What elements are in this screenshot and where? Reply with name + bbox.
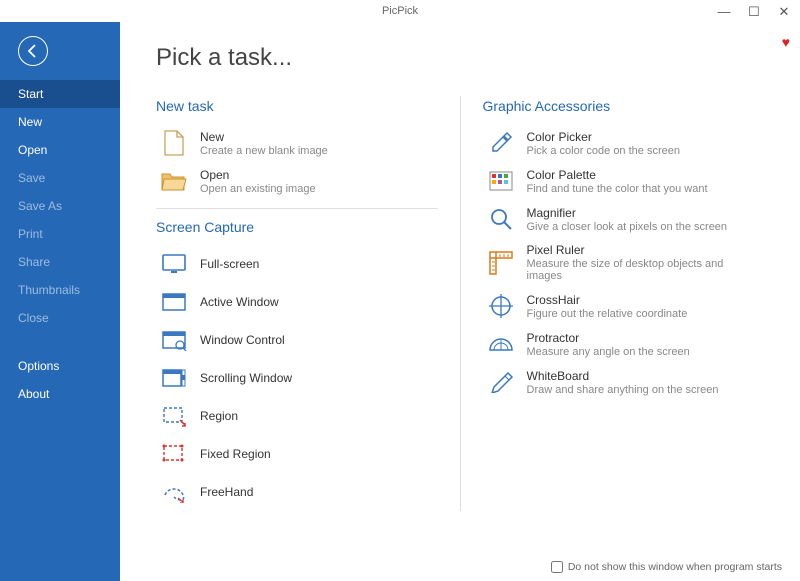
footer-checkbox-row[interactable]: Do not show this window when program sta… bbox=[551, 561, 782, 573]
task-protractor[interactable]: Protractor Measure any angle on the scre… bbox=[483, 325, 765, 363]
sidebar-item-share[interactable]: Share bbox=[0, 248, 120, 276]
task-whiteboard[interactable]: WhiteBoard Draw and share anything on th… bbox=[483, 363, 765, 401]
task-title: WhiteBoard bbox=[527, 369, 719, 383]
new-file-icon bbox=[160, 129, 188, 157]
close-button[interactable]: ✕ bbox=[776, 4, 792, 20]
task-title: Magnifier bbox=[527, 206, 728, 220]
color-palette-icon bbox=[487, 167, 515, 195]
sidebar-item-print[interactable]: Print bbox=[0, 220, 120, 248]
whiteboard-icon bbox=[487, 368, 515, 396]
back-button[interactable] bbox=[18, 36, 48, 66]
footer-checkbox-label: Do not show this window when program sta… bbox=[568, 561, 782, 573]
sidebar-label: Close bbox=[18, 311, 49, 325]
task-fixed-region[interactable]: Fixed Region bbox=[156, 435, 438, 473]
sidebar-label: Open bbox=[18, 143, 47, 157]
task-active-window[interactable]: Active Window bbox=[156, 283, 438, 321]
window-controls: — ☐ ✕ bbox=[708, 0, 800, 24]
magnifier-icon bbox=[487, 205, 515, 233]
task-title: Color Palette bbox=[527, 168, 708, 182]
task-desc: Find and tune the color that you want bbox=[527, 183, 708, 195]
task-desc: Measure the size of desktop objects and … bbox=[527, 258, 761, 282]
sidebar-label: Thumbnails bbox=[18, 283, 80, 297]
fullscreen-icon bbox=[160, 250, 188, 278]
open-folder-icon bbox=[160, 167, 188, 195]
page-title: Pick a task... bbox=[156, 44, 764, 72]
sidebar-item-save[interactable]: Save bbox=[0, 164, 120, 192]
do-not-show-checkbox[interactable] bbox=[551, 561, 563, 573]
sidebar-label: Save bbox=[18, 171, 45, 185]
task-desc: Open an existing image bbox=[200, 183, 316, 195]
crosshair-icon bbox=[487, 292, 515, 320]
scrolling-window-icon bbox=[160, 364, 188, 392]
sidebar-item-close[interactable]: Close bbox=[0, 304, 120, 332]
section-graphic-accessories-title: Graphic Accessories bbox=[483, 98, 765, 114]
ruler-icon bbox=[487, 249, 515, 277]
sidebar-label: About bbox=[18, 387, 49, 401]
sidebar-item-start[interactable]: Start bbox=[0, 80, 120, 108]
task-title: CrossHair bbox=[527, 293, 688, 307]
color-picker-icon bbox=[487, 129, 515, 157]
task-color-palette[interactable]: Color Palette Find and tune the color th… bbox=[483, 162, 765, 200]
section-new-task-title: New task bbox=[156, 98, 438, 114]
sidebar: Start New Open Save Save As Print Share … bbox=[0, 22, 120, 581]
task-title: Open bbox=[200, 168, 316, 182]
sidebar-label: Print bbox=[18, 227, 43, 241]
sidebar-item-thumbnails[interactable]: Thumbnails bbox=[0, 276, 120, 304]
task-desc: Draw and share anything on the screen bbox=[527, 384, 719, 396]
task-title: Full-screen bbox=[200, 257, 259, 271]
task-magnifier[interactable]: Magnifier Give a closer look at pixels o… bbox=[483, 200, 765, 238]
task-desc: Give a closer look at pixels on the scre… bbox=[527, 221, 728, 233]
active-window-icon bbox=[160, 288, 188, 316]
task-title: New bbox=[200, 130, 328, 144]
maximize-button[interactable]: ☐ bbox=[746, 4, 762, 20]
sidebar-item-new[interactable]: New bbox=[0, 108, 120, 136]
task-freehand[interactable]: FreeHand bbox=[156, 473, 438, 511]
task-color-picker[interactable]: Color Picker Pick a color code on the sc… bbox=[483, 124, 765, 162]
sidebar-item-options[interactable]: Options bbox=[0, 352, 120, 380]
task-desc: Figure out the relative coordinate bbox=[527, 308, 688, 320]
fixed-region-icon bbox=[160, 440, 188, 468]
task-title: Scrolling Window bbox=[200, 371, 292, 385]
sidebar-item-open[interactable]: Open bbox=[0, 136, 120, 164]
task-title: Color Picker bbox=[527, 130, 680, 144]
main-content: Pick a task... New task New Create a new… bbox=[120, 22, 800, 581]
task-fullscreen[interactable]: Full-screen bbox=[156, 245, 438, 283]
sidebar-label: Options bbox=[18, 359, 59, 373]
freehand-icon bbox=[160, 478, 188, 506]
window-title: PicPick bbox=[382, 5, 418, 17]
task-region[interactable]: Region bbox=[156, 397, 438, 435]
task-title: Active Window bbox=[200, 295, 279, 309]
protractor-icon bbox=[487, 330, 515, 358]
sidebar-label: Share bbox=[18, 255, 50, 269]
task-scrolling-window[interactable]: Scrolling Window bbox=[156, 359, 438, 397]
section-screen-capture-title: Screen Capture bbox=[156, 219, 438, 235]
task-title: FreeHand bbox=[200, 485, 253, 499]
sidebar-label: Start bbox=[18, 87, 43, 101]
title-bar: PicPick — ☐ ✕ bbox=[0, 0, 800, 22]
sidebar-item-save-as[interactable]: Save As bbox=[0, 192, 120, 220]
task-window-control[interactable]: Window Control bbox=[156, 321, 438, 359]
task-desc: Measure any angle on the screen bbox=[527, 346, 690, 358]
region-icon bbox=[160, 402, 188, 430]
task-new[interactable]: New Create a new blank image bbox=[156, 124, 438, 162]
sidebar-label: Save As bbox=[18, 199, 62, 213]
task-pixel-ruler[interactable]: Pixel Ruler Measure the size of desktop … bbox=[483, 238, 765, 287]
task-title: Protractor bbox=[527, 331, 690, 345]
task-title: Window Control bbox=[200, 333, 285, 347]
divider bbox=[156, 208, 438, 209]
sidebar-label: New bbox=[18, 115, 42, 129]
task-open[interactable]: Open Open an existing image bbox=[156, 162, 438, 200]
task-title: Fixed Region bbox=[200, 447, 271, 461]
minimize-button[interactable]: — bbox=[716, 4, 732, 20]
task-title: Region bbox=[200, 409, 238, 423]
window-control-icon bbox=[160, 326, 188, 354]
task-title: Pixel Ruler bbox=[527, 243, 761, 257]
task-desc: Create a new blank image bbox=[200, 145, 328, 157]
sidebar-item-about[interactable]: About bbox=[0, 380, 120, 408]
task-desc: Pick a color code on the screen bbox=[527, 145, 680, 157]
task-crosshair[interactable]: CrossHair Figure out the relative coordi… bbox=[483, 287, 765, 325]
